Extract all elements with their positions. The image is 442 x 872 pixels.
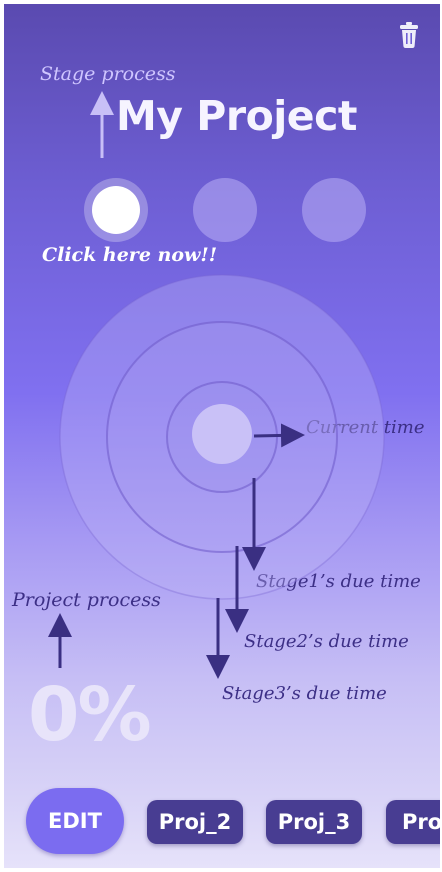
edit-button[interactable]: EDIT (26, 788, 124, 854)
project-button-proj-2[interactable]: Proj_2 (147, 800, 243, 844)
project-button-proj-3[interactable]: Proj_3 (266, 800, 362, 844)
current-time-dot (192, 404, 252, 464)
project-button-proj-4[interactable]: Proj_4 (386, 800, 440, 844)
project-percent: 0% (28, 672, 152, 758)
current-time-arrow (253, 423, 305, 448)
app-screen: My Project Stage process Click here now!… (4, 4, 440, 868)
